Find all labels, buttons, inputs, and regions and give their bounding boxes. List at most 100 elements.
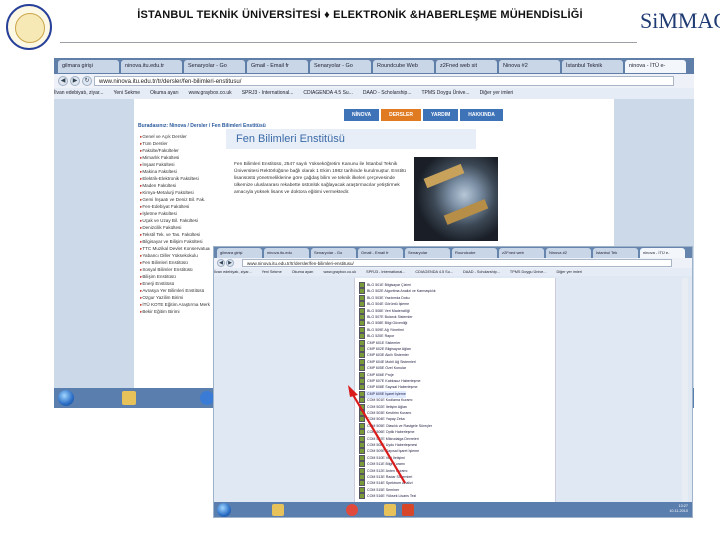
browser-tab[interactable]: z2Fned web [499,248,544,258]
windows-taskbar: 13:27 10.11.2010 [214,502,692,517]
bookmark-link[interactable]: Okuma ayarı [150,90,179,96]
bookmark-link[interactable]: Okuma ayarı [292,270,314,274]
nav-link[interactable]: Yabancı Diller Yüksekokulu [140,252,210,259]
site-tab-ninova[interactable]: NİNOVA [344,109,380,121]
nav-link[interactable]: Enerji Enstitüsü [140,280,210,287]
nav-link[interactable]: Mimarlık Fakültesi [140,154,210,161]
bookmark-link[interactable]: İlvan edebiyatı, ziyar... [54,90,103,96]
nav-link[interactable]: Ozgur Yazilim Birimi [140,294,210,301]
nav-link[interactable]: Fen Bilimleri Enstitüsü [140,259,210,266]
course-folder-icon [359,474,365,481]
nav-link[interactable]: Bekir Eğitim Birimi [140,308,210,315]
internet-explorer-icon[interactable] [200,391,214,405]
nav-link[interactable]: Sosyal Bilimler Enstitüsü [140,266,210,273]
chrome-icon[interactable] [346,504,358,516]
nav-link[interactable]: Fakülte/Fakülteler [140,147,210,154]
course-folder-icon [359,282,365,289]
course-row[interactable]: COM 516E Yüksek Lisans Tezi [359,493,416,500]
course-folder-icon [359,461,365,468]
folder-icon[interactable] [272,504,284,516]
browser-tab[interactable]: Roundcube Web [373,60,434,73]
course-folder-icon [359,429,365,436]
nav-link[interactable]: Fen-Edebiyat Fakültesi [140,203,210,210]
site-main-menu: NİNOVA DERSLER YARDIM HAKKINDA [344,103,505,121]
back-icon[interactable]: ◀ [58,76,68,86]
start-button-icon[interactable] [217,503,231,517]
nav-link[interactable]: Genel ve Açık Dersler [140,133,210,140]
url-input[interactable]: www.ninova.itu.edu.tr/tr/dersler/fen-bil… [94,76,674,86]
browser-tab[interactable]: ninova - İTÜ e- [640,248,685,258]
site-tab-hakkinda[interactable]: HAKKINDA [460,109,503,121]
course-folder-icon [359,422,365,429]
nav-link[interactable]: Maden Fakültesi [140,182,210,189]
nav-link[interactable]: Tekstil Tek. ve Tas. Fakültesi [140,231,210,238]
reload-icon[interactable]: ↻ [82,76,92,86]
course-folder-icon [359,384,365,391]
forward-icon[interactable]: ▶ [70,76,80,86]
bookmark-link[interactable]: www.graybox.co.uk [189,90,232,96]
browser-tab[interactable]: ninova.itu.edu [264,248,309,258]
nav-link[interactable]: TTC Muzikal Devlet Konservatuarı [140,245,210,252]
nav-link[interactable]: İTÜ KOTE Eğitim Araştırma Merkezi [140,301,210,308]
course-folder-icon [359,339,365,346]
course-folder-icon [359,435,365,442]
bookmark-link[interactable]: DAAD - Scholarship... [363,90,412,96]
nav-link[interactable]: Bilişim Enstitüsü [140,273,210,280]
browser-tab[interactable]: Senaryolar - Go [184,60,245,73]
bookmark-link[interactable]: www.graybox.co.uk [323,270,356,274]
bookmark-link[interactable]: CDIAGENDA 4.5 Su... [415,270,453,274]
browser-tab[interactable]: Gmail - Email fr [358,248,403,258]
folder-icon[interactable] [384,504,396,516]
browser-tab[interactable]: Ninova #2 [499,60,560,73]
nav-link[interactable]: Kimya-Metalurji Fakültesi [140,189,210,196]
browser-tab[interactable]: Gmail - Email fr [247,60,308,73]
browser-tab[interactable]: gilmara girişi [217,248,262,258]
browser-tab[interactable]: Roundcube [452,248,497,258]
browser-tab[interactable]: Ninova #2 [546,248,591,258]
nav-link[interactable]: Elektrik-Elektronik Fakültesi [140,175,210,182]
bookmark-link[interactable]: Yeni Sekme [262,270,282,274]
course-folder-icon [359,346,365,353]
bookmark-link[interactable]: DAAD - Scholarship... [463,270,500,274]
nav-link[interactable]: Uçak ve Uzay Bil. Fakültesi [140,217,210,224]
bookmark-link[interactable]: TPMS Doygu Ünive... [510,270,547,274]
site-tab-yardim[interactable]: YARDIM [422,109,459,121]
browser-tab[interactable]: İstanbul Teknik [562,60,623,73]
browser-tab[interactable]: Senaryolar - Go [311,248,356,258]
start-button-icon[interactable] [58,390,74,406]
bookmark-link[interactable]: TPMS Doygu Ünive... [422,90,470,96]
nav-link[interactable]: İşletme Fakültesi [140,210,210,217]
bookmark-link[interactable]: Diğer yer imleri [556,270,582,274]
bookmark-link[interactable]: İlvan edebiyatı, ziyar... [214,270,252,274]
course-folder-icon [359,390,365,397]
nav-link[interactable]: Denizcilik Fakültesi [140,224,210,231]
browser-tab[interactable]: Senaryolar - Go [310,60,371,73]
browser-tab[interactable]: ninova - İTÜ e- [625,60,686,73]
back-icon[interactable]: ◀ [217,259,225,267]
browser-tab[interactable]: İstanbul Tek [593,248,638,258]
bookmark-link[interactable]: Yeni Sekme [113,90,140,96]
site-tab-dersler[interactable]: DERSLER [381,109,421,121]
bookmark-link[interactable]: Diğer yer imleri [480,90,514,96]
forward-icon[interactable]: ▶ [226,259,234,267]
folder-icon[interactable] [122,391,136,405]
course-folder-icon [359,397,365,404]
bookmark-link[interactable]: CDIAGENDA 4.5 Su... [303,90,352,96]
nav-link[interactable]: Bilgisayar ve Bilişim Fakültesi [140,238,210,245]
nav-link[interactable]: İnşaat Fakültesi [140,161,210,168]
browser-tab[interactable]: gilmara girişi [58,60,119,73]
powerpoint-icon[interactable] [402,504,414,516]
browser-tab[interactable]: z2Fned web sit [436,60,497,73]
bookmark-link[interactable]: SPRJ3 - International... [242,90,294,96]
scrollbar[interactable] [682,278,688,502]
url-input[interactable]: www.ninova.itu.edu.tr/tr/dersler/fen-bil… [242,259,672,267]
nav-link[interactable]: Avrasya Yer Bilimleri Enstitüsü [140,287,210,294]
nav-link[interactable]: Tüm Dersler [140,140,210,147]
nav-link[interactable]: Gemi İnşaatı ve Deniz Bil. Fak. [140,196,210,203]
nav-link[interactable]: Makina Fakültesi [140,168,210,175]
browser-tab[interactable]: Senaryolar [405,248,450,258]
bookmark-link[interactable]: SPRJ3 - International... [366,270,405,274]
browser-address-bar: ◀ ▶ www.ninova.itu.edu.tr/tr/dersler/fen… [214,258,692,268]
browser-tab-bar: gilmara girişi ninova.itu.edu.tr Senaryola… [54,58,694,74]
browser-tab[interactable]: ninova.itu.edu.tr [121,60,182,73]
